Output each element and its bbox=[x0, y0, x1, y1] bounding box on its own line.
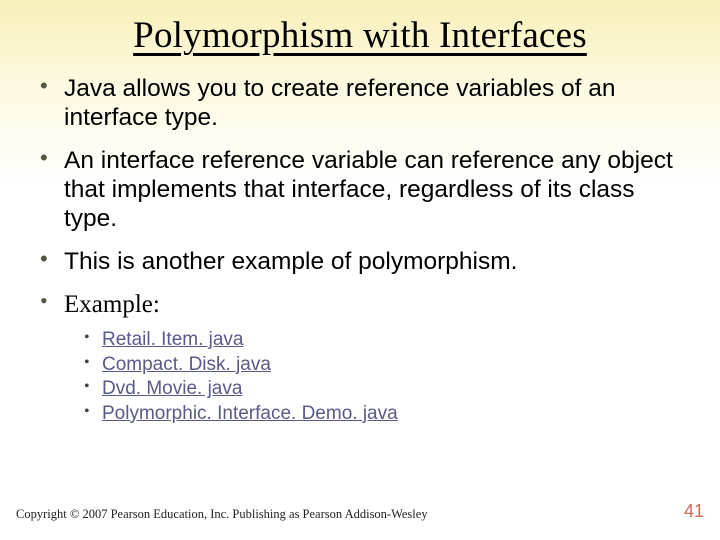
bullet-text: Example: bbox=[64, 291, 160, 318]
list-item: Compact. Disk. java bbox=[82, 353, 692, 378]
example-link[interactable]: Compact. Disk. java bbox=[102, 354, 271, 375]
content-area: Java allows you to create reference vari… bbox=[0, 61, 720, 427]
bullet-item: An interface reference variable can refe… bbox=[28, 147, 692, 234]
list-item: Polymorphic. Interface. Demo. java bbox=[82, 402, 692, 427]
bullet-item: This is another example of polymorphism. bbox=[28, 248, 692, 277]
example-link[interactable]: Dvd. Movie. java bbox=[102, 378, 242, 399]
bullet-item: Example: Retail. Item. java Compact. Dis… bbox=[28, 290, 692, 426]
page-number: 41 bbox=[684, 501, 704, 522]
list-item: Retail. Item. java bbox=[82, 328, 692, 353]
bullet-list: Java allows you to create reference vari… bbox=[28, 75, 692, 427]
example-link[interactable]: Polymorphic. Interface. Demo. java bbox=[102, 403, 398, 424]
list-item: Dvd. Movie. java bbox=[82, 377, 692, 402]
copyright-text: Copyright © 2007 Pearson Education, Inc.… bbox=[16, 507, 428, 522]
example-link[interactable]: Retail. Item. java bbox=[102, 329, 244, 350]
footer: Copyright © 2007 Pearson Education, Inc.… bbox=[16, 501, 704, 522]
example-list: Retail. Item. java Compact. Disk. java D… bbox=[82, 328, 692, 427]
page-title: Polymorphism with Interfaces bbox=[0, 0, 720, 61]
bullet-item: Java allows you to create reference vari… bbox=[28, 75, 692, 133]
slide: Polymorphism with Interfaces Java allows… bbox=[0, 0, 720, 540]
